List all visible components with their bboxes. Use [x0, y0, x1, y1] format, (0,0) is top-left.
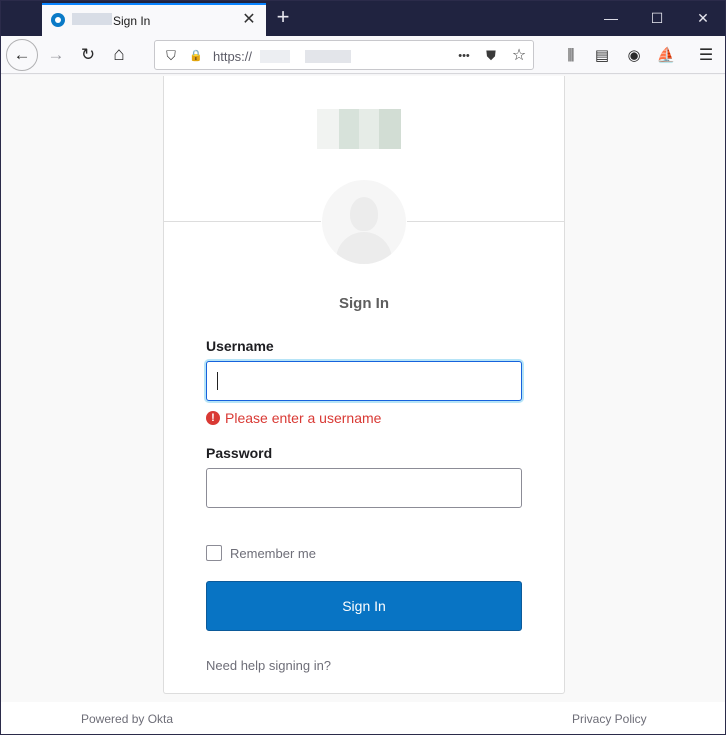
error-icon: !	[206, 411, 220, 425]
remember-me[interactable]: Remember me	[206, 545, 316, 561]
username-error: ! Please enter a username	[206, 410, 381, 426]
bookmark-star-icon[interactable]: ☆	[510, 47, 528, 65]
pocket-icon[interactable]: ⛊	[482, 47, 500, 65]
org-logo-redacted	[339, 109, 359, 149]
username-input[interactable]	[206, 361, 522, 401]
sign-in-card: Sign In Username ! Please enter a userna…	[163, 76, 565, 694]
text-caret	[217, 372, 218, 390]
account-icon[interactable]: ◉	[619, 40, 649, 70]
tab-title-redacted	[72, 13, 112, 25]
browser-window: Sign In ✕ + — ☐ ✕ ← → ↻ ⌂ ⛉ 🔒 https:// •…	[0, 0, 726, 735]
powered-by-okta[interactable]: Powered by Okta	[81, 712, 173, 726]
page-content: Sign In Username ! Please enter a userna…	[1, 75, 725, 734]
back-button[interactable]: ←	[6, 39, 38, 71]
page-actions-icon[interactable]: •••	[453, 47, 475, 65]
okta-favicon-icon	[51, 13, 65, 27]
url-bar[interactable]: ⛉ 🔒 https:// ••• ⛊ ☆	[154, 40, 534, 70]
tab-bar: Sign In ✕ + — ☐ ✕	[1, 1, 725, 36]
page-title: Sign In	[339, 295, 389, 312]
menu-icon[interactable]: ☰	[691, 40, 721, 70]
url-text: https://	[213, 49, 253, 64]
library-icon[interactable]: ⫼	[556, 40, 586, 70]
reload-button[interactable]: ↻	[73, 40, 103, 70]
username-label: Username	[206, 338, 274, 354]
shield-icon[interactable]: ⛉	[162, 47, 180, 65]
password-input[interactable]	[206, 468, 522, 508]
org-logo-redacted	[379, 109, 401, 149]
lock-icon[interactable]: 🔒	[187, 47, 205, 65]
help-link[interactable]: Need help signing in?	[206, 658, 331, 673]
home-button[interactable]: ⌂	[104, 40, 134, 70]
url-redacted	[305, 50, 351, 63]
sidebar-icon[interactable]: ▤	[587, 40, 617, 70]
password-label: Password	[206, 445, 273, 461]
remember-me-checkbox[interactable]	[206, 545, 222, 561]
error-message: Please enter a username	[225, 410, 382, 426]
tab-sign-in[interactable]: Sign In ✕	[42, 3, 266, 36]
user-avatar	[321, 179, 407, 265]
new-tab-button[interactable]: +	[272, 6, 294, 28]
close-tab-icon[interactable]: ✕	[240, 11, 258, 29]
privacy-policy-link[interactable]: Privacy Policy	[572, 712, 647, 726]
forward-button[interactable]: →	[41, 40, 71, 70]
extension-icon[interactable]: ⛵	[651, 40, 681, 70]
org-logo-redacted	[317, 109, 339, 149]
close-window-icon[interactable]: ✕	[693, 9, 713, 27]
remember-me-label[interactable]: Remember me	[230, 546, 316, 561]
tab-title: Sign In	[113, 14, 151, 28]
nav-toolbar: ← → ↻ ⌂ ⛉ 🔒 https:// ••• ⛊ ☆ ⫼ ▤ ◉ ⛵ ☰	[1, 36, 725, 74]
url-redacted	[260, 50, 290, 63]
org-logo-redacted	[359, 109, 379, 149]
minimize-icon[interactable]: —	[601, 9, 621, 27]
user-silhouette-icon	[322, 180, 406, 264]
maximize-icon[interactable]: ☐	[647, 9, 667, 27]
sign-in-button[interactable]: Sign In	[206, 581, 522, 631]
page-footer: Powered by Okta Privacy Policy	[1, 702, 725, 734]
